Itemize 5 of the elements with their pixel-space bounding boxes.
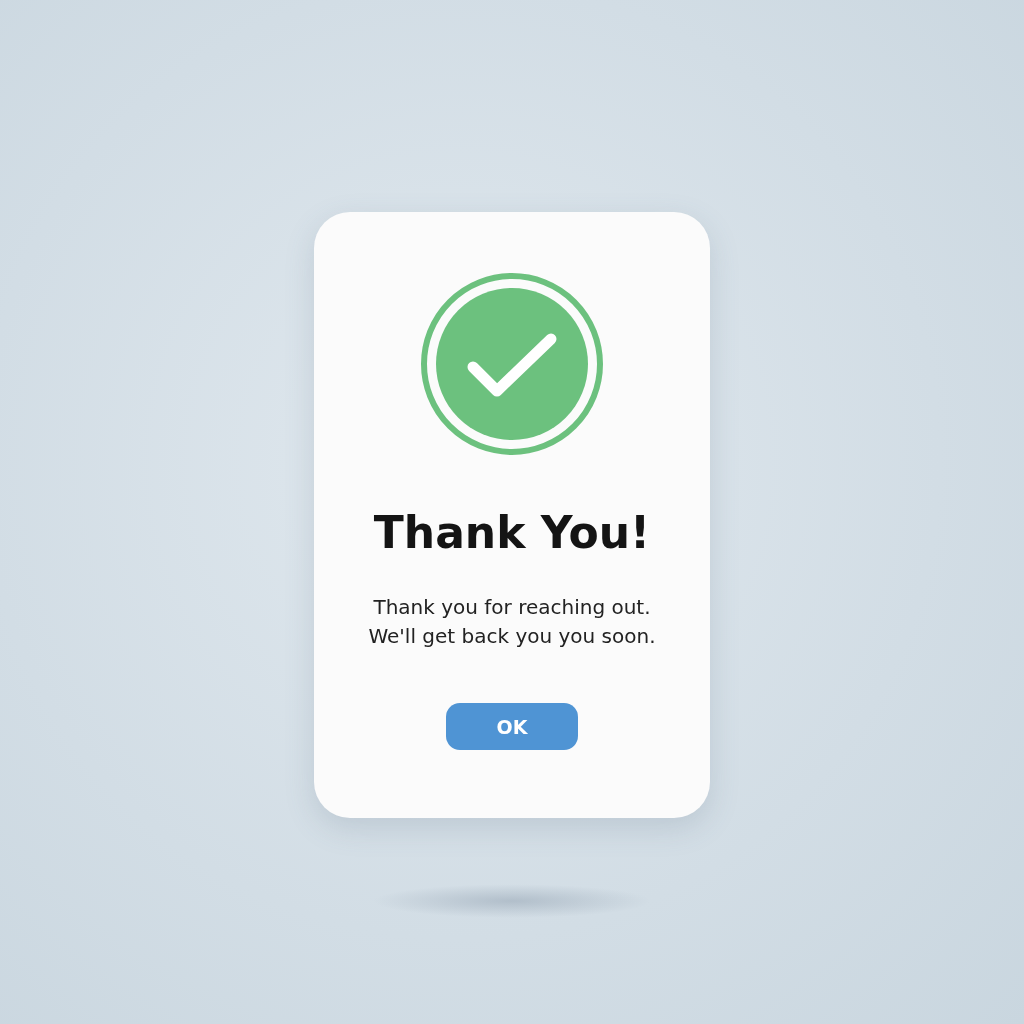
message-text: Thank you for reaching out. bbox=[373, 594, 651, 621]
message-text: We'll get back you you soon. bbox=[368, 623, 656, 650]
ok-button[interactable]: OK bbox=[446, 703, 578, 750]
check-circle-icon bbox=[421, 273, 603, 455]
dialog-title: Thank You! bbox=[373, 507, 651, 559]
